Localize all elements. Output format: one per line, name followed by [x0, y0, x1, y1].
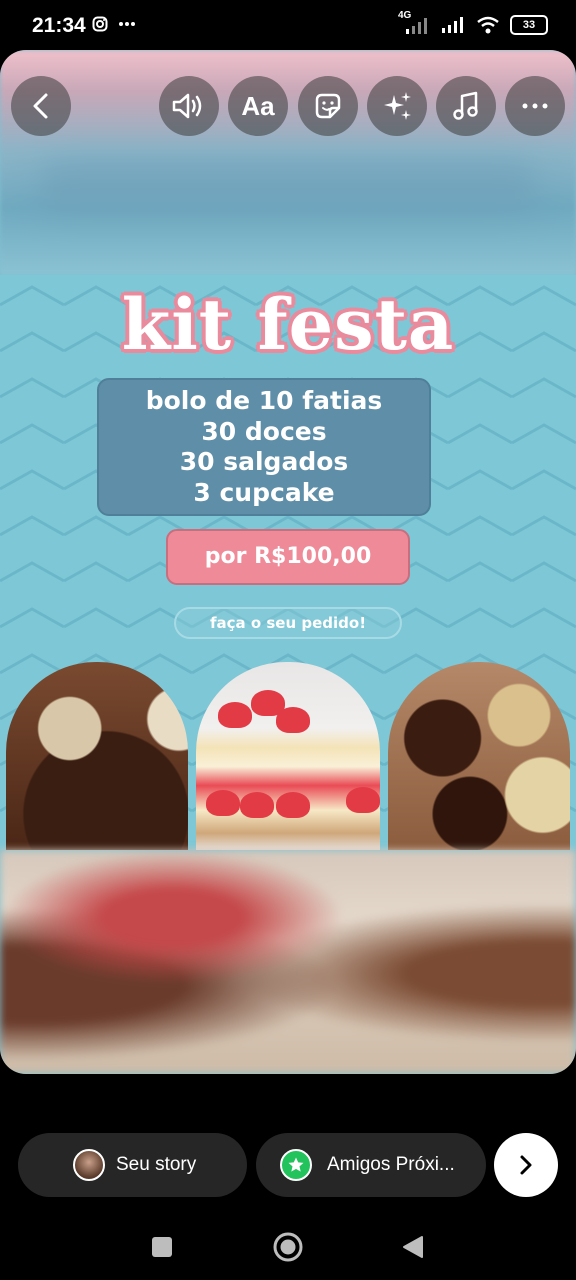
kit-festa-flyer[interactable]: kit festa bolo de 10 fatias 30 doces 30 … [0, 275, 576, 850]
wifi-icon [477, 16, 499, 34]
sticker-icon [315, 93, 341, 119]
item-line: 30 doces [201, 416, 327, 446]
text-button[interactable]: Aa [228, 76, 288, 136]
flyer-title: kit festa [121, 283, 455, 366]
price-pill: por R$100,00 [166, 529, 410, 585]
strawberry-cake-photo [196, 662, 380, 850]
status-time: 21:34 [32, 14, 86, 37]
sound-button[interactable] [159, 76, 219, 136]
sticker-button[interactable] [298, 76, 358, 136]
next-button[interactable] [494, 1133, 558, 1197]
status-bar: 21:34 4G 33 [0, 0, 576, 56]
circle-icon [273, 1232, 303, 1262]
cell-signal-icon [442, 17, 463, 33]
your-story-label: Seu story [116, 1154, 197, 1175]
home-button[interactable] [268, 1227, 308, 1267]
square-icon [152, 1237, 172, 1257]
blurred-background-bottom [0, 850, 576, 1074]
system-navigation-bar [0, 1210, 576, 1280]
item-line: 3 cupcake [193, 477, 335, 507]
music-button[interactable] [436, 76, 496, 136]
brigadeiro-photo [6, 662, 188, 850]
chevron-right-icon [520, 1155, 532, 1175]
item-line: bolo de 10 fatias [145, 386, 383, 415]
blurred-background-top [0, 50, 576, 275]
share-bar: Seu story Amigos Próxi... [0, 1120, 576, 1210]
effects-button[interactable] [367, 76, 427, 136]
star-icon [280, 1149, 312, 1181]
cell-signal-4g-icon: 4G [398, 10, 432, 36]
recents-button[interactable] [142, 1227, 182, 1267]
items-box: bolo de 10 fatias 30 doces 30 salgados 3… [97, 378, 431, 516]
sparkles-icon [384, 92, 411, 120]
system-back-button[interactable] [393, 1227, 433, 1267]
close-friends-label: Amigos Próxi... [327, 1154, 455, 1175]
music-note-icon [453, 91, 478, 120]
close-friends-button[interactable]: Amigos Próxi... [256, 1133, 486, 1197]
battery-indicator: 33 [510, 15, 548, 35]
triangle-back-icon [403, 1236, 423, 1258]
back-button[interactable] [11, 76, 71, 136]
text-tool-label: Aa [241, 90, 275, 121]
item-line: 30 salgados [179, 447, 349, 476]
more-button[interactable] [505, 76, 565, 136]
avatar [73, 1149, 105, 1181]
more-notifications-icon [119, 22, 135, 26]
story-canvas[interactable]: kit festa bolo de 10 fatias 30 doces 30 … [0, 50, 576, 1074]
your-story-button[interactable]: Seu story [18, 1133, 247, 1197]
truffles-photo [388, 662, 570, 850]
notification-icons [92, 16, 136, 32]
instagram-icon [92, 16, 108, 32]
more-horizontal-icon [522, 103, 548, 109]
order-cta: faça o seu pedido! [174, 607, 402, 639]
system-icons: 4G 33 [398, 10, 548, 36]
chevron-left-icon [33, 93, 48, 119]
speaker-icon [172, 93, 202, 119]
